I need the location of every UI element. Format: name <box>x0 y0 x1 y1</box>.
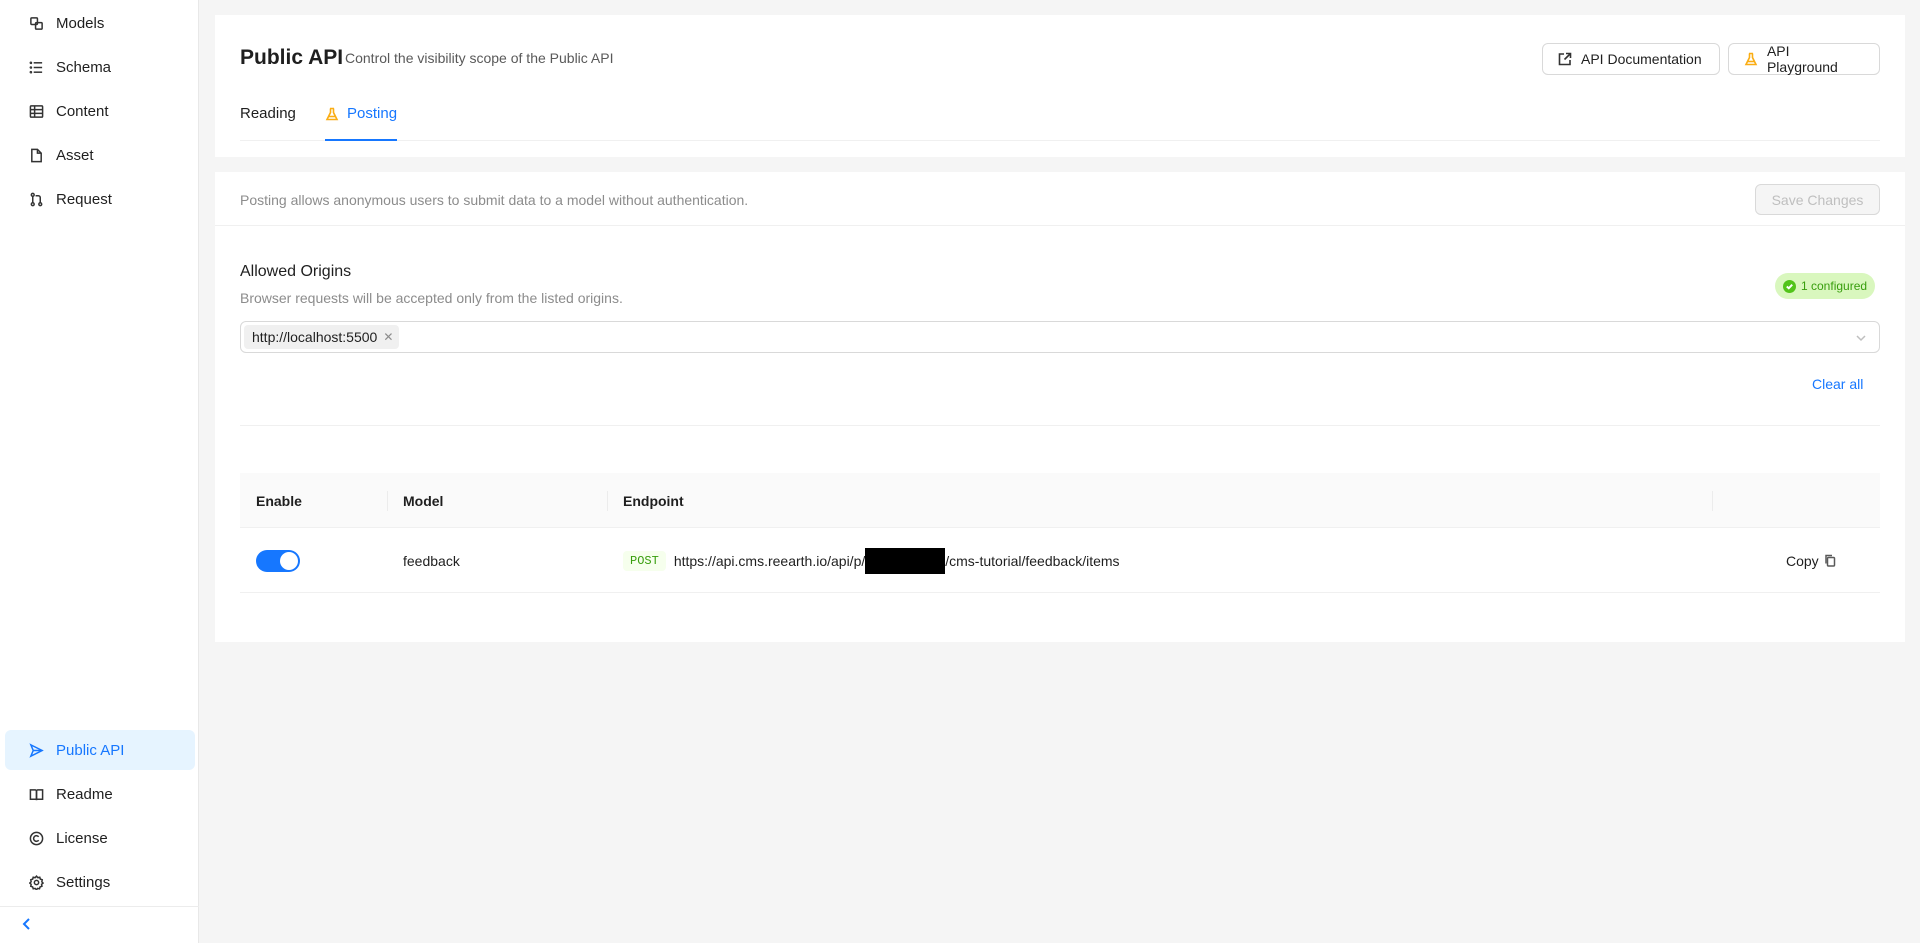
content-icon <box>28 103 44 119</box>
close-icon[interactable]: ✕ <box>383 330 393 344</box>
api-documentation-button[interactable]: API Documentation <box>1542 43 1720 75</box>
copy-button[interactable]: Copy <box>1786 553 1836 569</box>
posting-panel: Posting allows anonymous users to submit… <box>215 172 1905 642</box>
asset-icon <box>28 147 44 163</box>
sidebar-item-readme[interactable]: Readme <box>5 774 195 814</box>
table-header: Enable Model Endpoint <box>240 473 1880 528</box>
clear-all-link[interactable]: Clear all <box>1812 376 1863 392</box>
tab-posting-label: Posting <box>347 105 398 122</box>
sidebar-item-label: License <box>56 829 108 847</box>
sidebar-item-asset[interactable]: Asset <box>5 135 195 175</box>
endpoint-url-suffix: /cms-tutorial/feedback/items <box>945 552 1120 569</box>
tab-posting[interactable]: Posting <box>325 105 398 141</box>
sidebar-item-models[interactable]: Models <box>5 3 195 43</box>
page-subtitle: Control the visibility scope of the Publ… <box>345 50 614 66</box>
posting-info-text: Posting allows anonymous users to submit… <box>240 192 749 208</box>
settings-icon <box>28 874 44 890</box>
column-header-enable: Enable <box>256 492 302 509</box>
request-icon <box>28 191 44 207</box>
http-method-badge: POST <box>623 550 666 571</box>
status-badge: 1 configured <box>1775 273 1876 299</box>
actions-cell: Copy <box>1786 528 1836 593</box>
toggle-knob <box>280 551 298 570</box>
sidebar-item-public-api[interactable]: Public API <box>5 730 195 770</box>
origin-tag: http://localhost:5500 ✕ <box>244 325 400 349</box>
divider <box>240 425 1880 426</box>
api-playground-button[interactable]: API Playground <box>1728 43 1880 75</box>
public-api-icon <box>28 742 44 758</box>
api-documentation-label: API Documentation <box>1581 51 1702 67</box>
origin-tag-label: http://localhost:5500 <box>252 329 378 345</box>
allowed-origins-description: Browser requests will be accepted only f… <box>240 290 623 306</box>
documentation-icon <box>1558 52 1572 66</box>
column-header-endpoint: Endpoint <box>623 492 684 509</box>
chevron-down-icon[interactable] <box>1855 331 1867 343</box>
allowed-origins-select[interactable]: http://localhost:5500 ✕ <box>240 321 1880 353</box>
sidebar-item-label: Content <box>56 102 109 120</box>
copy-label: Copy <box>1786 552 1819 569</box>
sidebar-item-request[interactable]: Request <box>5 179 195 219</box>
sidebar-item-schema[interactable]: Schema <box>5 47 195 87</box>
info-bar: Posting allows anonymous users to submit… <box>215 172 1905 226</box>
license-icon <box>28 830 44 846</box>
sidebar-item-license[interactable]: License <box>5 818 195 858</box>
sidebar-item-label: Public API <box>56 741 125 759</box>
tab-bar: Reading Posting <box>240 105 1880 141</box>
save-changes-button[interactable]: Save Changes <box>1755 184 1880 215</box>
tab-reading-label: Reading <box>240 105 296 122</box>
table-row: feedback POST https://api.cms.reearth.io… <box>240 528 1880 593</box>
flask-icon <box>325 107 339 121</box>
page-header: Public API Control the visibility scope … <box>215 15 1905 157</box>
enable-cell <box>256 528 300 593</box>
page-title: Public API <box>240 46 344 69</box>
sidebar-collapse-button[interactable] <box>0 906 199 943</box>
endpoint-url-prefix: https://api.cms.reearth.io/api/p/ <box>673 552 866 569</box>
allowed-origins-title: Allowed Origins <box>240 263 352 280</box>
sidebar-item-label: Schema <box>56 58 112 76</box>
sidebar-item-label: Models <box>56 14 105 32</box>
sidebar-item-label: Request <box>56 190 112 208</box>
readme-icon <box>28 786 44 802</box>
sidebar-item-label: Asset <box>56 146 94 164</box>
redacted-block <box>865 547 946 574</box>
check-circle-icon <box>1783 279 1796 293</box>
sidebar-item-content[interactable]: Content <box>5 91 195 131</box>
status-badge-label: 1 configured <box>1801 279 1868 293</box>
copy-icon <box>1824 554 1835 567</box>
sidebar-item-label: Settings <box>56 873 111 891</box>
schema-icon <box>28 59 44 75</box>
models-icon <box>28 15 44 31</box>
tab-reading[interactable]: Reading <box>240 105 296 141</box>
sidebar-item-settings[interactable]: Settings <box>5 862 195 902</box>
model-cell: feedback <box>403 552 460 569</box>
sidebar-item-label: Readme <box>56 785 113 803</box>
sidebar: Models Schema Content Asset Request Publ… <box>0 0 199 943</box>
column-header-model: Model <box>403 492 444 509</box>
chevron-left-icon <box>20 917 34 934</box>
flask-icon <box>1744 52 1758 66</box>
column-divider <box>1712 491 1713 511</box>
endpoint-cell: POST https://api.cms.reearth.io/api/p/ /c… <box>623 528 1120 593</box>
endpoints-table: Enable Model Endpoint feedback POST http… <box>240 473 1880 593</box>
api-playground-label: API Playground <box>1766 43 1838 75</box>
enable-toggle[interactable] <box>256 549 300 572</box>
